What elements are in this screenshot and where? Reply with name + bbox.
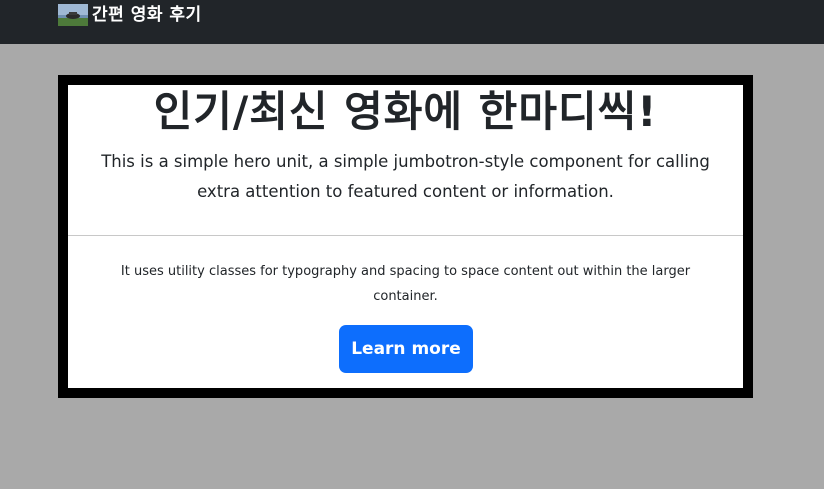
hero-frame: 인기/최신 영화에 한마디씩! This is a simple hero un… [58, 75, 753, 398]
learn-more-button[interactable]: Learn more [339, 325, 473, 373]
top-navbar: 간편 영화 후기 [0, 0, 824, 44]
hero-lead-text: This is a simple hero unit, a simple jum… [101, 152, 710, 201]
hero-unit: 인기/최신 영화에 한마디씩! This is a simple hero un… [68, 85, 743, 388]
hero-divider [68, 235, 743, 236]
brand-title: 간편 영화 후기 [92, 5, 202, 25]
movie-thumbnail-logo-icon [58, 4, 88, 26]
hero-title: 인기/최신 영화에 한마디씩! [153, 87, 658, 136]
brand-link[interactable]: 간편 영화 후기 [58, 4, 202, 26]
hero-body-text: It uses utility classes for typography a… [120, 264, 691, 304]
